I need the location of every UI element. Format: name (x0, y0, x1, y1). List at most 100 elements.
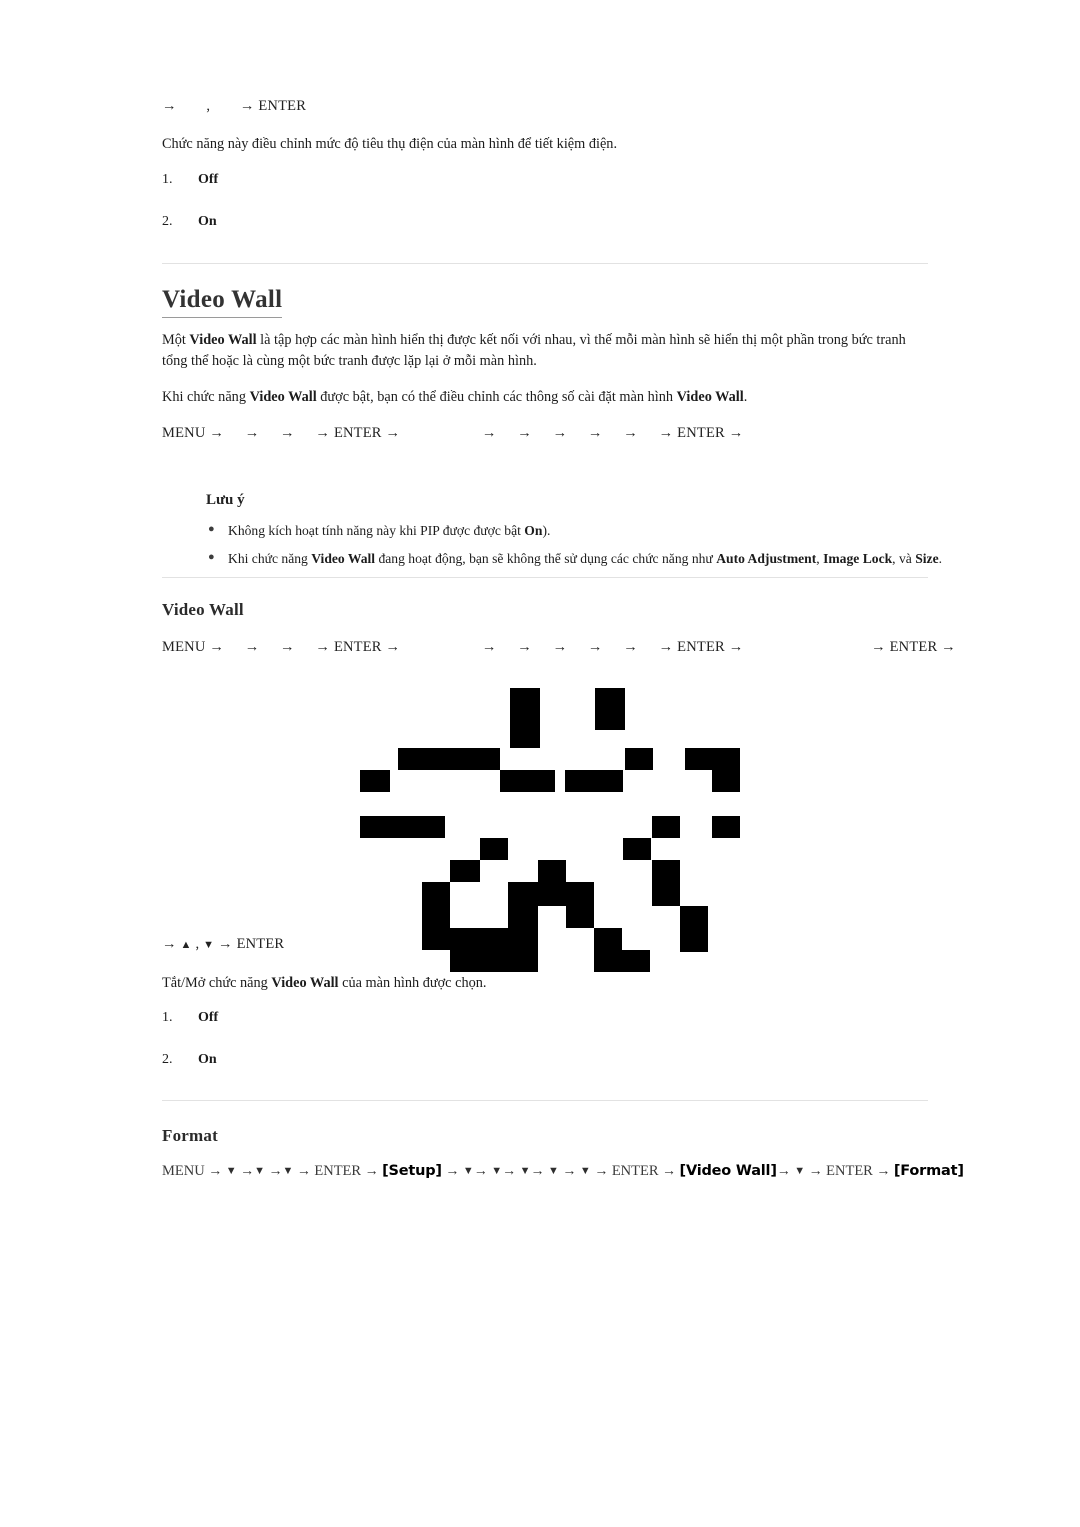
pixel-block (510, 688, 540, 748)
list-item: ● Không kích hoạt tính năng này khi PIP … (206, 521, 942, 541)
option-label: On (198, 1052, 217, 1067)
arrow-up-icon: ▲ (180, 939, 192, 951)
arrow-right-icon: → (876, 1164, 891, 1179)
pixel-block (652, 860, 680, 906)
enter-key-label: ENTER (258, 98, 307, 114)
osd-screenshot-graphic (360, 688, 740, 972)
pixel-block (712, 770, 740, 792)
inline-bold-term-2: Video Wall (676, 389, 744, 405)
arrow-right-icon: → (587, 639, 603, 655)
arrow-right-icon: → (481, 639, 497, 655)
pixel-block (422, 882, 450, 950)
format-menu-path: MENU → ▼ →▼ →▼ → ENTER → [Setup] → ▼→ ▼→… (162, 1163, 964, 1180)
arrow-right-icon: → (728, 425, 744, 441)
pixel-block (360, 816, 445, 838)
inline-bold-term: Video Wall (249, 389, 317, 405)
arrow-right-icon: → (552, 425, 568, 441)
arrow-right-icon: → (296, 1164, 311, 1179)
video-wall-paragraph-1: Một Video Wall là tập hợp các màn hình h… (162, 330, 922, 373)
arrow-right-icon: → (517, 639, 532, 655)
option-label: Off (198, 172, 219, 187)
note-bold-term-3: Size (915, 550, 939, 566)
video-wall-key-path: → ▲ , ▼ → ENTER (162, 936, 284, 953)
pixel-block (360, 770, 390, 792)
arrow-right-icon: → (315, 425, 331, 441)
arrow-down-icon: ▼ (254, 1165, 265, 1177)
enter-key-label: ENTER (611, 1163, 659, 1179)
arrow-right-icon: → (728, 639, 744, 655)
arrow-right-icon: → (530, 1164, 545, 1179)
arrow-right-icon: → (162, 98, 177, 114)
video-wall-sub-description: Tắt/Mở chức năng Video Wall của màn hình… (162, 973, 922, 994)
energy-saving-key-path: → , → ENTER (162, 98, 306, 115)
pixel-block (398, 748, 500, 770)
option-label: On (198, 214, 217, 229)
comma-separator: , (195, 936, 200, 952)
arrow-right-icon: → (658, 639, 674, 655)
arrow-down-icon: ▼ (462, 1165, 474, 1177)
arrow-right-icon: → (473, 1164, 488, 1179)
note-text-end: . (938, 550, 943, 566)
enter-key-label: ENTER (314, 1163, 362, 1179)
description-after: của màn hình được chọn. (338, 975, 487, 991)
video-wall-options: 1. Off 2. On (162, 1010, 218, 1068)
arrow-down-icon: ▼ (282, 1165, 294, 1177)
arrow-right-icon: → (209, 639, 225, 655)
arrow-right-icon: → (594, 1164, 609, 1179)
page-title: Video Wall (162, 286, 283, 318)
enter-key-label: ENTER (236, 936, 285, 952)
arrow-right-icon: → (517, 425, 532, 441)
video-wall-paragraph-2: Khi chức năng Video Wall được bật, bạn c… (162, 387, 922, 408)
arrow-right-icon: → (385, 425, 401, 441)
arrow-right-icon: → (658, 425, 674, 441)
pixel-block (594, 928, 622, 972)
pixel-block (680, 906, 708, 952)
arrow-right-icon: → (364, 1164, 379, 1179)
pixel-block (500, 770, 555, 792)
arrow-right-icon: → (280, 425, 295, 441)
option-number: 2. (162, 1052, 173, 1067)
arrow-right-icon: → (587, 425, 603, 441)
pixel-block (685, 748, 740, 770)
arrow-right-icon: → (941, 639, 956, 655)
arrow-down-icon: ▼ (579, 1165, 591, 1177)
arrow-down-icon: ▼ (203, 939, 215, 951)
energy-saving-description: Chức năng này điều chỉnh mức độ tiêu thụ… (162, 136, 618, 152)
arrow-right-icon-2: → (239, 98, 255, 114)
paragraph-text-end: . (743, 389, 748, 405)
pixel-block (565, 770, 623, 792)
description-bold: Video Wall (271, 975, 339, 991)
pixel-block (538, 860, 566, 906)
arrow-right-icon: → (280, 639, 295, 655)
pixel-block (450, 860, 480, 882)
paragraph-text: Khi chức năng (162, 389, 250, 405)
note-title: Lưu ý (206, 492, 245, 508)
arrow-right-icon: → (445, 1164, 460, 1179)
note-bold-term: On (524, 523, 543, 538)
arrow-right-icon: → (209, 425, 225, 441)
pixel-block (623, 838, 651, 860)
arrow-right-icon: → (268, 1164, 283, 1179)
arrow-right-icon: → (562, 1164, 577, 1179)
energy-saving-options: 1. Off 2. On (162, 172, 218, 230)
description-before: Tắt/Mở chức năng (162, 975, 272, 991)
arrow-right-icon: → (315, 639, 331, 655)
option-number: 2. (162, 214, 173, 229)
arrow-down-icon: ▼ (519, 1165, 531, 1177)
pixel-block (595, 688, 625, 730)
format-menu-label: [Format] (893, 1163, 964, 1179)
paragraph-text: Một (162, 332, 190, 348)
list-item: ● Khi chức năng Video Wall đang hoạt độn… (206, 549, 942, 569)
arrow-right-icon: → (385, 639, 401, 655)
enter-key-label: ENTER (333, 425, 382, 441)
list-item: 1. Off (162, 1010, 219, 1026)
option-label: Off (198, 1010, 219, 1025)
note-list: ● Không kích hoạt tính năng này khi PIP … (206, 521, 942, 568)
note-text: Khi chức năng (228, 550, 312, 566)
setup-menu-label: [Setup] (382, 1163, 442, 1179)
arrow-down-icon: ▼ (794, 1165, 806, 1177)
note-bold-term-2: Image Lock (823, 550, 893, 566)
arrow-down-icon: ▼ (225, 1165, 237, 1177)
video-wall-sub-menu-path: MENU → → → → ENTER → → → → → → → ENTER → (162, 639, 956, 656)
menu-key-label: MENU (162, 425, 206, 441)
